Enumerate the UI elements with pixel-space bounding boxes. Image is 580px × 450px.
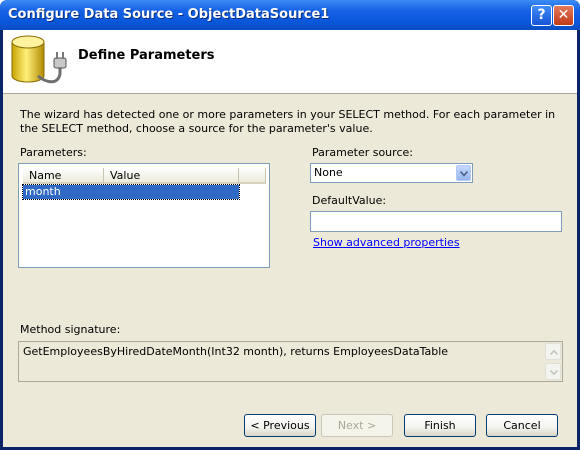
parameters-listview[interactable]: Name Value month xyxy=(18,163,270,268)
parameter-source-value: None xyxy=(314,166,343,179)
close-button[interactable]: ✕ xyxy=(553,5,574,26)
previous-button[interactable]: < Previous xyxy=(244,414,316,437)
parameters-label: Parameters: xyxy=(20,146,87,159)
page-title: Define Parameters xyxy=(78,48,215,63)
chevron-down-icon xyxy=(460,171,468,177)
list-item[interactable]: month xyxy=(22,184,240,200)
scroll-down-button[interactable] xyxy=(545,363,561,380)
dropdown-button[interactable] xyxy=(456,165,471,181)
window-title: Configure Data Source - ObjectDataSource… xyxy=(8,7,330,22)
title-bar[interactable]: Configure Data Source - ObjectDataSource… xyxy=(0,0,580,30)
column-header-value[interactable]: Value xyxy=(104,168,239,184)
parameter-source-label: Parameter source: xyxy=(312,146,413,159)
listview-header: Name Value xyxy=(23,168,266,184)
cancel-button[interactable]: Cancel xyxy=(486,414,558,437)
parameter-source-select[interactable]: None xyxy=(310,163,473,183)
help-button[interactable]: ? xyxy=(531,5,552,26)
scroll-up-button[interactable] xyxy=(545,343,561,360)
default-value-field[interactable] xyxy=(310,211,562,232)
wizard-description: The wizard has detected one or more para… xyxy=(20,108,556,135)
database-plug-icon xyxy=(11,35,67,84)
method-signature-box: GetEmployeesByHiredDateMonth(Int32 month… xyxy=(18,341,563,382)
column-header-filler xyxy=(239,168,266,184)
method-signature-text: GetEmployeesByHiredDateMonth(Int32 month… xyxy=(23,345,449,358)
chevron-up-icon xyxy=(550,350,558,355)
method-signature-label: Method signature: xyxy=(20,323,121,336)
vertical-scrollbar[interactable] xyxy=(545,343,561,380)
show-advanced-properties-link[interactable]: Show advanced properties xyxy=(313,236,460,249)
next-button[interactable]: Next > xyxy=(321,414,393,437)
finish-button[interactable]: Finish xyxy=(404,414,476,437)
dialog-body: Define Parameters The wizard has detecte… xyxy=(3,30,577,447)
dialog-window: Configure Data Source - ObjectDataSource… xyxy=(0,0,580,450)
column-header-name[interactable]: Name xyxy=(23,168,104,184)
wizard-header: Define Parameters xyxy=(3,30,577,94)
chevron-down-icon xyxy=(550,370,558,375)
default-value-label: DefaultValue: xyxy=(312,194,387,207)
